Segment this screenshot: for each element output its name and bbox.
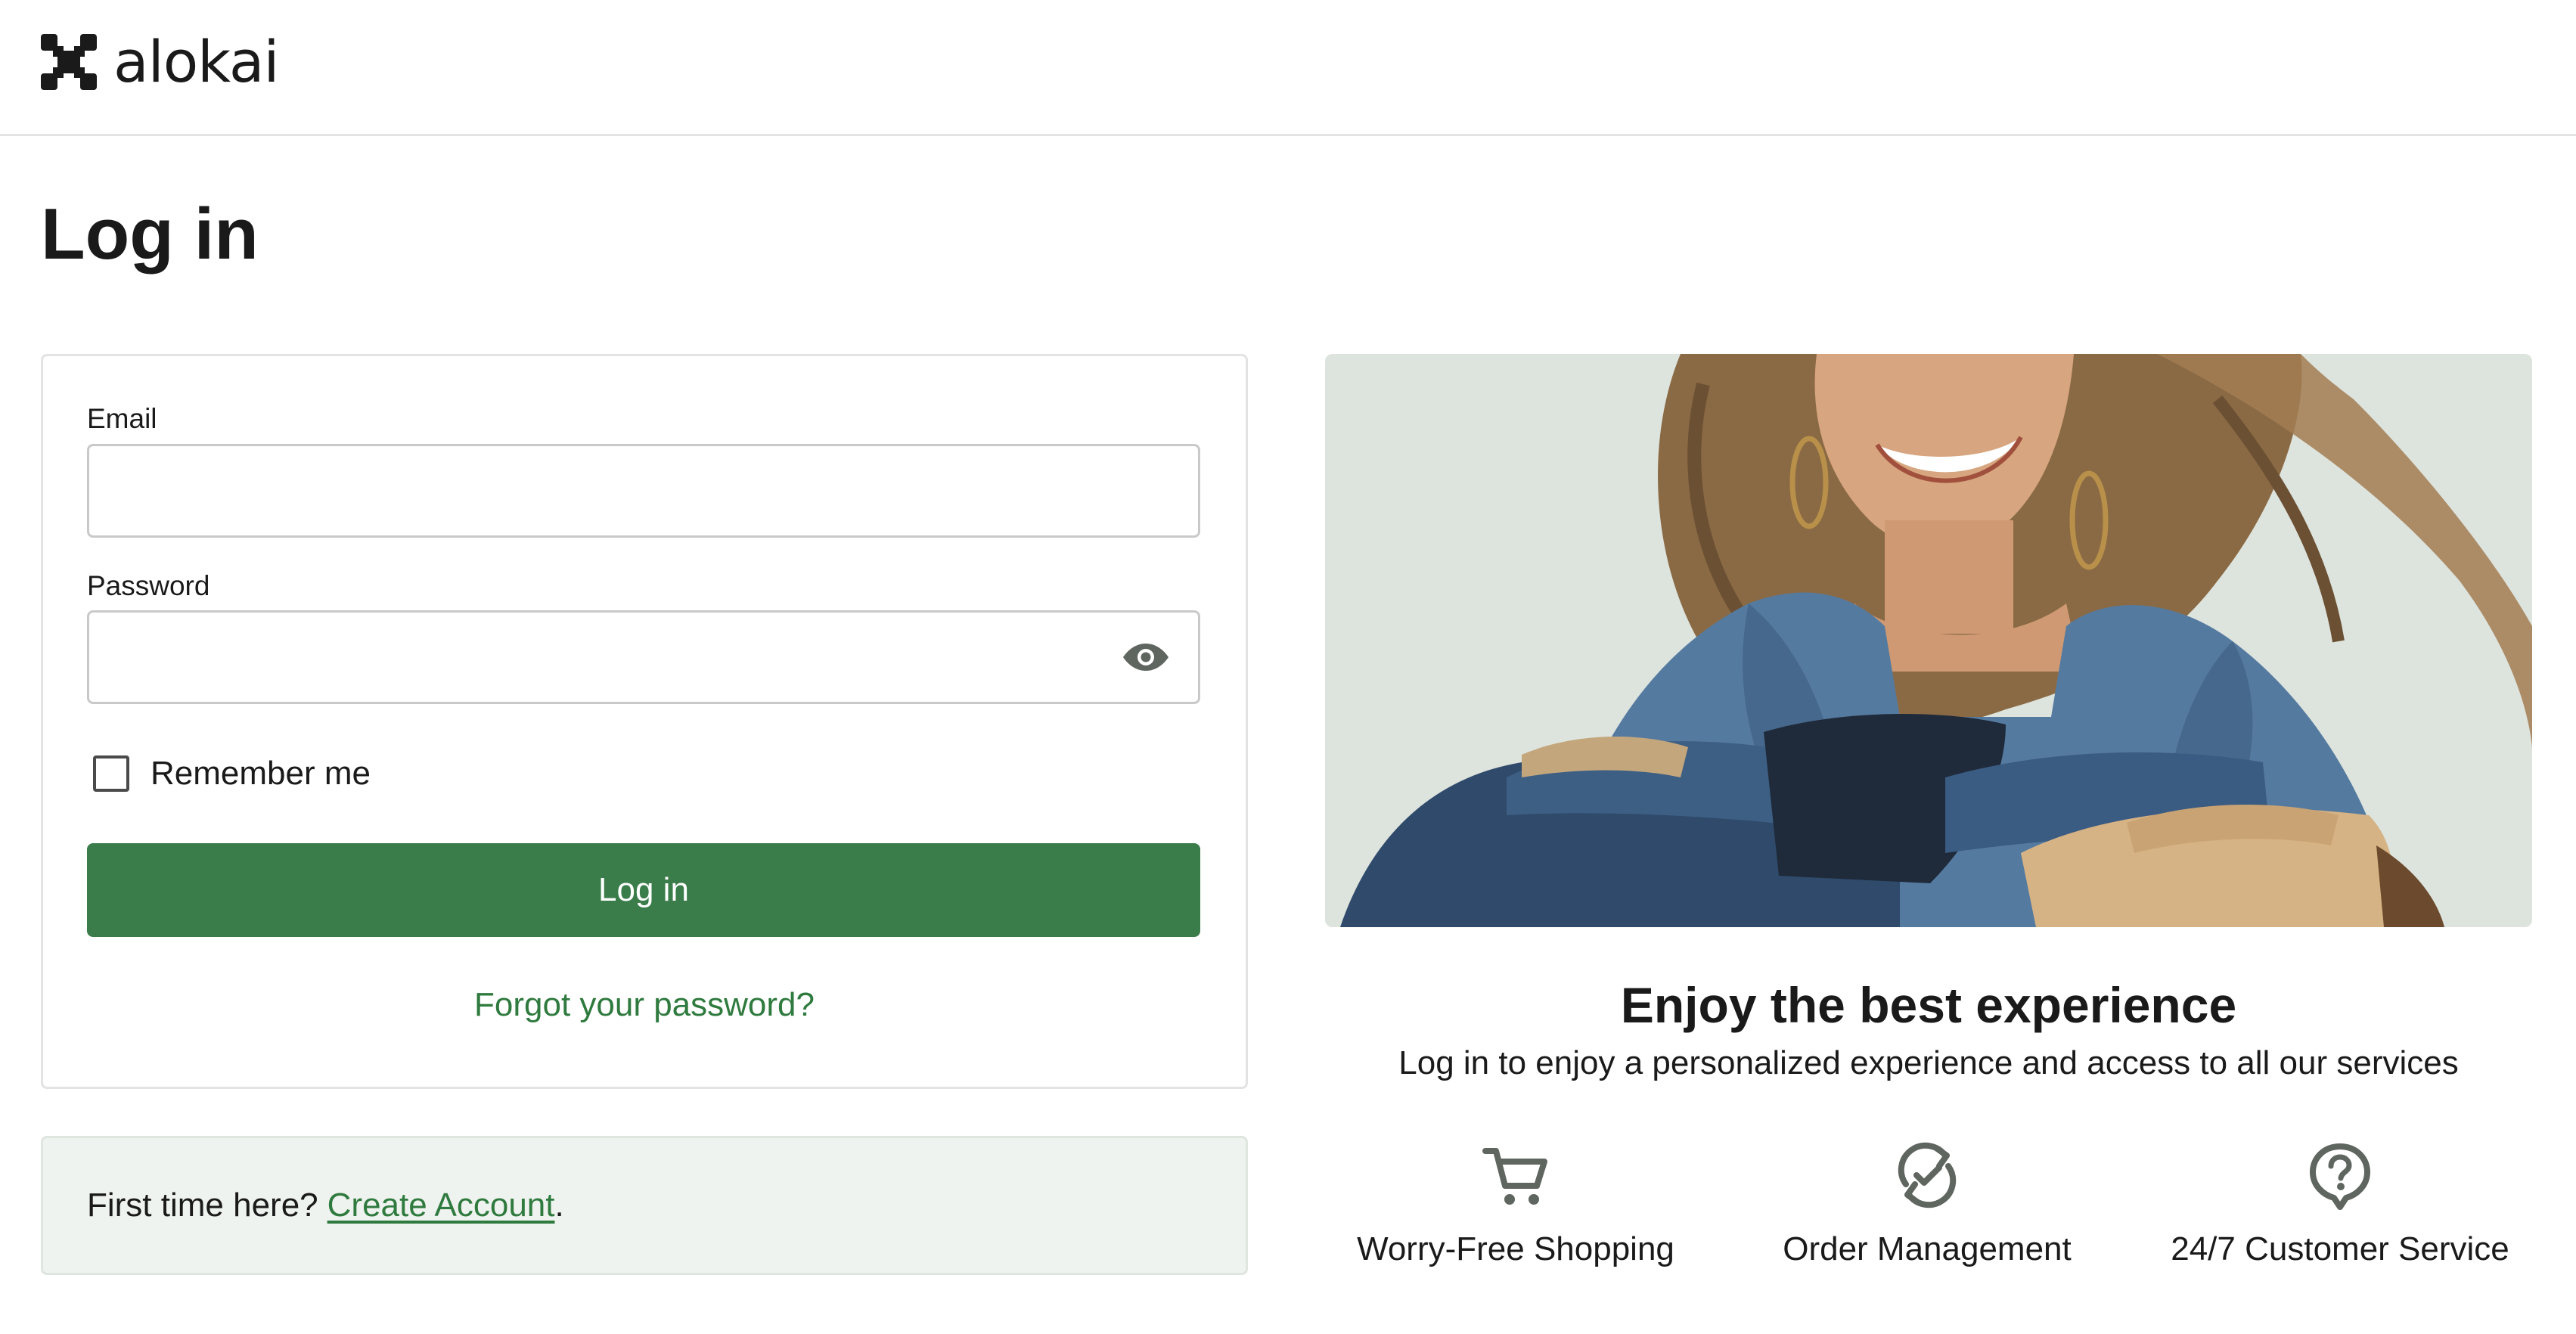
eye-icon — [1123, 644, 1169, 671]
feature-order-management: Order Management — [1715, 1140, 2139, 1266]
alokai-logo-icon — [41, 34, 97, 90]
remember-me-checkbox[interactable] — [93, 755, 129, 792]
feature-label: Worry-Free Shopping — [1357, 1230, 1674, 1267]
feature-customer-service: 24/7 Customer Service — [2128, 1140, 2552, 1266]
shopping-cart-icon — [1482, 1148, 1547, 1205]
forgot-password-link[interactable]: Forgot your password? — [43, 988, 1246, 1022]
password-label: Password — [87, 570, 210, 601]
password-field[interactable] — [87, 610, 1200, 704]
signup-suffix: . — [554, 1187, 564, 1224]
brand-name: alokai — [113, 28, 280, 95]
help-circle-icon — [2310, 1143, 2370, 1210]
feature-label: 24/7 Customer Service — [2171, 1230, 2509, 1267]
hero-image — [1325, 354, 2532, 927]
promo-title: Enjoy the best experience — [1620, 977, 2237, 1033]
login-form: Email Password Remember me Log in Forgot… — [41, 354, 1248, 1089]
site-header: alokai — [0, 0, 2576, 136]
promo-subtitle: Log in to enjoy a personalized experienc… — [1398, 1044, 2459, 1081]
email-field[interactable] — [87, 444, 1200, 538]
remember-me-option[interactable]: Remember me — [93, 755, 371, 792]
create-account-banner: First time here? Create Account . — [41, 1136, 1248, 1275]
login-button[interactable]: Log in — [87, 843, 1200, 937]
signup-prompt: First time here? — [87, 1187, 318, 1224]
page-title: Log in — [41, 194, 259, 275]
feature-worry-free-shopping: Worry-Free Shopping — [1304, 1140, 1727, 1266]
email-label: Email — [87, 403, 157, 434]
refresh-check-icon — [1898, 1142, 1957, 1208]
brand-logo[interactable]: alokai — [41, 28, 280, 95]
show-password-toggle[interactable] — [1122, 633, 1170, 681]
feature-label: Order Management — [1783, 1230, 2072, 1267]
create-account-link[interactable]: Create Account — [327, 1187, 555, 1224]
remember-me-label: Remember me — [151, 755, 371, 792]
